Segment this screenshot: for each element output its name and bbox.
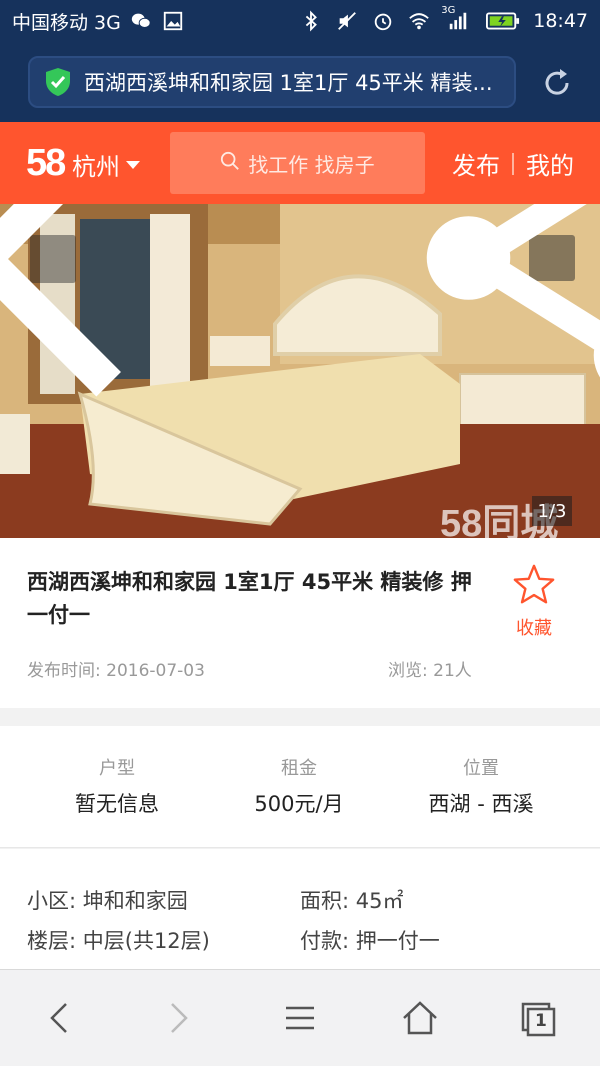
mute-icon xyxy=(335,9,359,33)
wechat-icon xyxy=(129,9,153,33)
clock: 18:47 xyxy=(533,10,588,32)
image-icon xyxy=(161,9,185,33)
browser-forward-button[interactable] xyxy=(156,998,200,1042)
chevron-right-icon xyxy=(158,998,198,1042)
summary-location: 位置 西湖 - 西溪 xyxy=(386,754,576,818)
listing-title-card: 西湖西溪坤和和家园 1室1厅 45平米 精装修 押一付一 收藏 发布时间: 20… xyxy=(0,538,600,708)
browser-toolbar: 1 xyxy=(0,969,600,1066)
share-button[interactable] xyxy=(426,204,600,378)
mine-link[interactable]: 我的 xyxy=(526,146,574,181)
alarm-icon xyxy=(371,9,395,33)
secure-shield-icon xyxy=(44,67,72,97)
tabs-icon: 1 xyxy=(518,1000,558,1040)
chevron-left-icon xyxy=(40,998,80,1042)
favorite-label: 收藏 xyxy=(516,618,552,639)
view-count: 浏览: 21人 xyxy=(388,661,472,681)
summary-label: 位置 xyxy=(463,758,499,779)
summary-label: 户型 xyxy=(99,758,135,779)
listing-title: 西湖西溪坤和和家园 1室1厅 45平米 精装修 押一付一 xyxy=(27,570,472,627)
city-label: 杭州 xyxy=(72,153,120,181)
detail-floor: 楼层: 中层(共12层) xyxy=(27,929,210,953)
back-button[interactable] xyxy=(0,204,121,397)
wifi-icon xyxy=(407,9,431,33)
star-icon xyxy=(511,564,557,612)
browser-home-button[interactable] xyxy=(398,998,442,1042)
tab-count: 1 xyxy=(535,1011,547,1031)
summary-label: 租金 xyxy=(281,758,317,779)
browser-menu-button[interactable] xyxy=(278,998,322,1042)
site-logo[interactable]: 58 xyxy=(26,142,66,185)
summary-value: 西湖 - 西溪 xyxy=(428,792,534,816)
divider xyxy=(512,152,514,175)
summary-value: 500元/月 xyxy=(254,792,344,816)
summary-layout: 户型 暂无信息 xyxy=(22,754,212,818)
network-badge: 3G xyxy=(441,5,456,16)
bluetooth-icon xyxy=(299,9,323,33)
publish-time: 发布时间: 2016-07-03 xyxy=(27,661,205,681)
detail-community: 小区: 坤和和家园 xyxy=(27,889,188,913)
browser-url-bar: 西湖西溪坤和和家园 1室1厅 45平米 精装... xyxy=(0,42,600,122)
address-field[interactable]: 西湖西溪坤和和家园 1室1厅 45平米 精装... xyxy=(28,56,516,108)
header-links: 发布 我的 xyxy=(452,146,574,181)
browser-back-button[interactable] xyxy=(38,998,82,1042)
app-header: 58 杭州 找工作 找房子 发布 我的 xyxy=(0,122,600,204)
chevron-down-icon xyxy=(126,160,140,169)
signal-icon: 3G xyxy=(441,5,473,33)
listing-details: 小区: 坤和和家园 面积: 45㎡ 楼层: 中层(共12层) 付款: 押一付一 xyxy=(0,849,600,969)
favorite-button[interactable]: 收藏 xyxy=(510,562,558,640)
detail-payment: 付款: 押一付一 xyxy=(300,929,440,953)
battery-icon xyxy=(485,9,521,33)
home-icon xyxy=(400,998,440,1042)
status-bar: 中国移动 3G 3G 18:47 xyxy=(0,0,600,42)
search-input[interactable]: 找工作 找房子 xyxy=(170,132,425,194)
share-icon xyxy=(252,204,600,425)
listing-photo[interactable]: 58同城 1/3 xyxy=(0,204,600,538)
page-url-title: 西湖西溪坤和和家园 1室1厅 45平米 精装... xyxy=(84,71,493,95)
city-selector[interactable]: 杭州 xyxy=(72,147,140,182)
browser-tabs-button[interactable]: 1 xyxy=(516,998,560,1042)
search-icon xyxy=(220,151,240,176)
listing-summary: 户型 暂无信息 租金 500元/月 位置 西湖 - 西溪 xyxy=(0,726,600,848)
search-placeholder: 找工作 找房子 xyxy=(248,152,375,177)
photo-counter: 1/3 xyxy=(532,496,572,526)
carrier-label: 中国移动 3G xyxy=(12,11,121,34)
post-link[interactable]: 发布 xyxy=(452,146,500,181)
summary-rent: 租金 500元/月 xyxy=(204,754,394,818)
reload-icon[interactable] xyxy=(540,66,574,100)
menu-icon xyxy=(280,998,320,1042)
detail-area: 面积: 45㎡ xyxy=(300,889,404,913)
summary-value: 暂无信息 xyxy=(75,792,159,816)
